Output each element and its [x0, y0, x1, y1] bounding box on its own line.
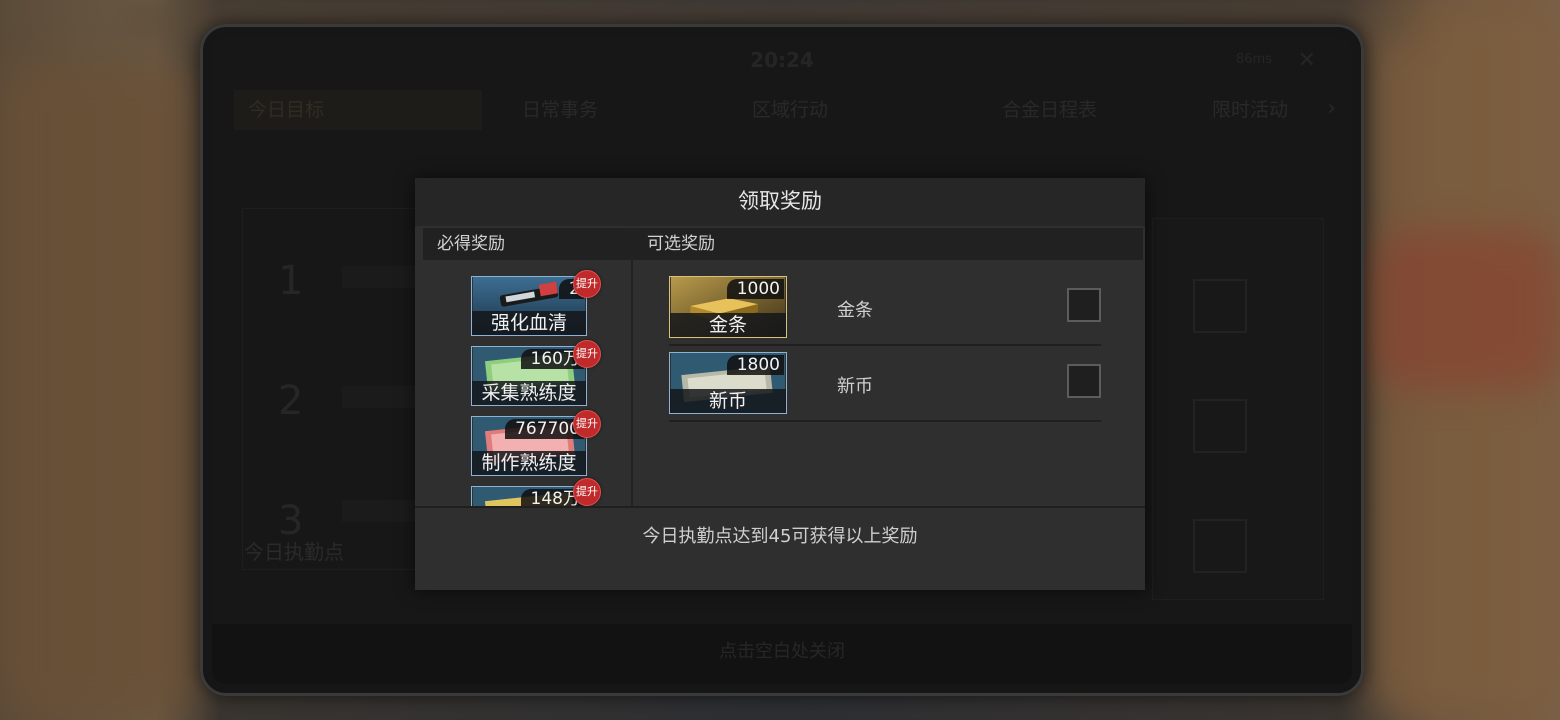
reward-item[interactable]: 148万 [471, 486, 587, 506]
modal-title: 领取奖励 [415, 178, 1145, 226]
optional-reward-name: 新币 [837, 376, 873, 397]
optional-reward-row[interactable]: 1800 新币 新币 [669, 352, 1101, 422]
reward-item[interactable]: 767700 制作熟练度 [471, 416, 587, 476]
item-name: 采集熟练度 [472, 381, 586, 405]
reward-modal: 领取奖励 必得奖励 可选奖励 2 强化血清 160万 采集熟 [415, 178, 1145, 590]
select-checkbox[interactable] [1067, 288, 1101, 322]
item-name: 金条 [670, 313, 786, 337]
upgrade-badge: 提升 [573, 410, 601, 438]
reward-item[interactable]: 160万 采集熟练度 [471, 346, 587, 406]
item-name: 新币 [670, 389, 786, 413]
upgrade-badge: 提升 [573, 478, 601, 506]
item-quantity: 1000 [726, 279, 784, 299]
reward-item[interactable]: 1000 金条 [669, 276, 787, 338]
optional-reward-name: 金条 [837, 300, 873, 321]
optional-rewards-list: 1000 金条 金条 1800 新币 新币 [633, 228, 1145, 506]
required-rewards-list[interactable]: 2 强化血清 160万 采集熟练度 767700 制作熟练度 [423, 228, 631, 506]
select-checkbox[interactable] [1067, 364, 1101, 398]
reward-condition-text: 今日执勤点达到45可获得以上奖励 [642, 526, 918, 547]
reward-item[interactable]: 1800 新币 [669, 352, 787, 414]
reward-item[interactable]: 2 强化血清 [471, 276, 587, 336]
background-blur-red [1370, 230, 1560, 390]
upgrade-badge: 提升 [573, 340, 601, 368]
optional-reward-row[interactable]: 1000 金条 金条 [669, 276, 1101, 346]
item-name: 强化血清 [472, 311, 586, 335]
background-blur-left [0, 60, 200, 720]
item-name: 制作熟练度 [472, 451, 586, 475]
upgrade-badge: 提升 [573, 270, 601, 298]
footer-divider [415, 506, 1145, 508]
item-quantity: 1800 [726, 355, 784, 375]
